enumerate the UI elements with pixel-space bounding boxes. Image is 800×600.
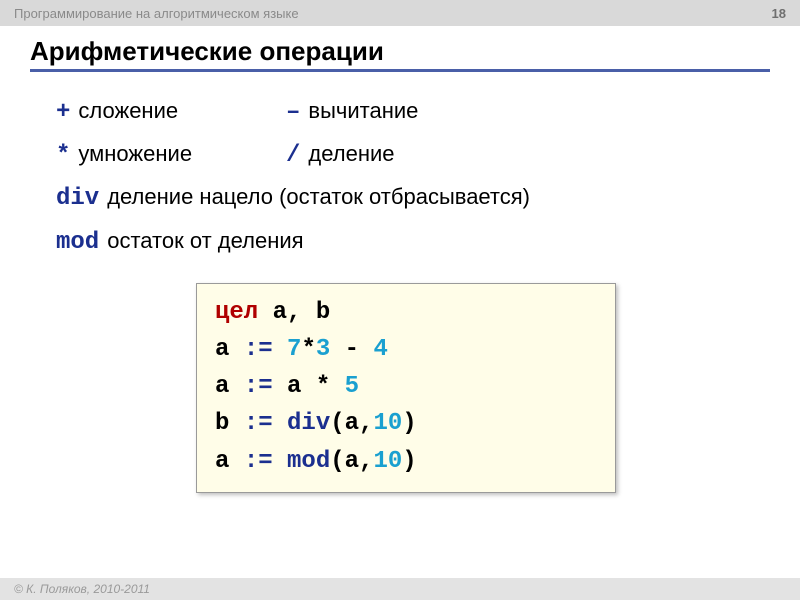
- code-num: 7: [287, 336, 301, 363]
- code-text: (a,: [330, 410, 373, 437]
- code-line-3: a := a * 5: [215, 368, 597, 405]
- code-block: цел a, b a := 7*3 - 4 a := a * 5 b := di…: [196, 283, 616, 493]
- code-text: *: [316, 373, 330, 400]
- slide-content: + сложение – вычитание * умножение / дел…: [0, 76, 800, 493]
- code-text: a: [215, 448, 244, 475]
- course-title: Программирование на алгоритмическом язык…: [14, 6, 299, 21]
- code-text: [273, 410, 287, 437]
- code-text: b: [215, 410, 244, 437]
- code-text: [330, 373, 344, 400]
- code-line-4: b := div(a,10): [215, 405, 597, 442]
- op-div-label: деление: [308, 137, 394, 171]
- slide-title: Арифметические операции: [30, 36, 770, 72]
- operations-grid: + сложение – вычитание * умножение / дел…: [56, 94, 756, 174]
- op-idiv: div деление нацело (остаток отбрасываетс…: [56, 180, 756, 217]
- op-idiv-symbol: div: [56, 180, 99, 217]
- code-line-2: a := 7*3 - 4: [215, 331, 597, 368]
- op-sub-label: вычитание: [308, 94, 418, 128]
- code-num: 10: [373, 448, 402, 475]
- code-fn: div: [287, 410, 330, 437]
- op-idiv-label: деление нацело (остаток отбрасывается): [107, 180, 530, 214]
- op-sub-symbol: –: [286, 94, 300, 131]
- op-add-symbol: +: [56, 94, 70, 131]
- op-div: / деление: [286, 137, 756, 174]
- op-mod: mod остаток от деления: [56, 224, 756, 261]
- code-num: 3: [316, 336, 330, 363]
- code-text: a, b: [258, 299, 330, 326]
- op-add: + сложение: [56, 94, 286, 131]
- code-text: [273, 336, 287, 363]
- code-text: a: [273, 373, 316, 400]
- page-number: 18: [772, 6, 786, 21]
- op-add-label: сложение: [78, 94, 178, 128]
- header-bar: Программирование на алгоритмическом язык…: [0, 0, 800, 26]
- code-text: -: [330, 336, 373, 363]
- code-text: (a,: [330, 448, 373, 475]
- code-line-5: a := mod(a,10): [215, 443, 597, 480]
- op-mod-symbol: mod: [56, 224, 99, 261]
- copyright-label: © К. Поляков, 2010-2011: [14, 582, 150, 596]
- code-fn: mod: [287, 448, 330, 475]
- op-sub: – вычитание: [286, 94, 756, 131]
- code-text: a: [215, 373, 244, 400]
- op-div-symbol: /: [286, 137, 300, 174]
- code-num: 10: [373, 410, 402, 437]
- code-text: ): [402, 410, 416, 437]
- code-op: :=: [244, 373, 273, 400]
- code-op: :=: [244, 336, 273, 363]
- code-text: *: [301, 336, 315, 363]
- op-mul-symbol: *: [56, 137, 70, 174]
- code-num: 4: [373, 336, 387, 363]
- code-op: :=: [244, 410, 273, 437]
- code-text: ): [402, 448, 416, 475]
- code-text: a: [215, 336, 244, 363]
- op-mul-label: умножение: [78, 137, 192, 171]
- footer-bar: © К. Поляков, 2010-2011: [0, 578, 800, 600]
- op-mul: * умножение: [56, 137, 286, 174]
- code-text: [273, 448, 287, 475]
- code-line-1: цел a, b: [215, 294, 597, 331]
- op-mod-label: остаток от деления: [107, 224, 303, 258]
- code-num: 5: [345, 373, 359, 400]
- code-keyword: цел: [215, 299, 258, 326]
- code-op: :=: [244, 448, 273, 475]
